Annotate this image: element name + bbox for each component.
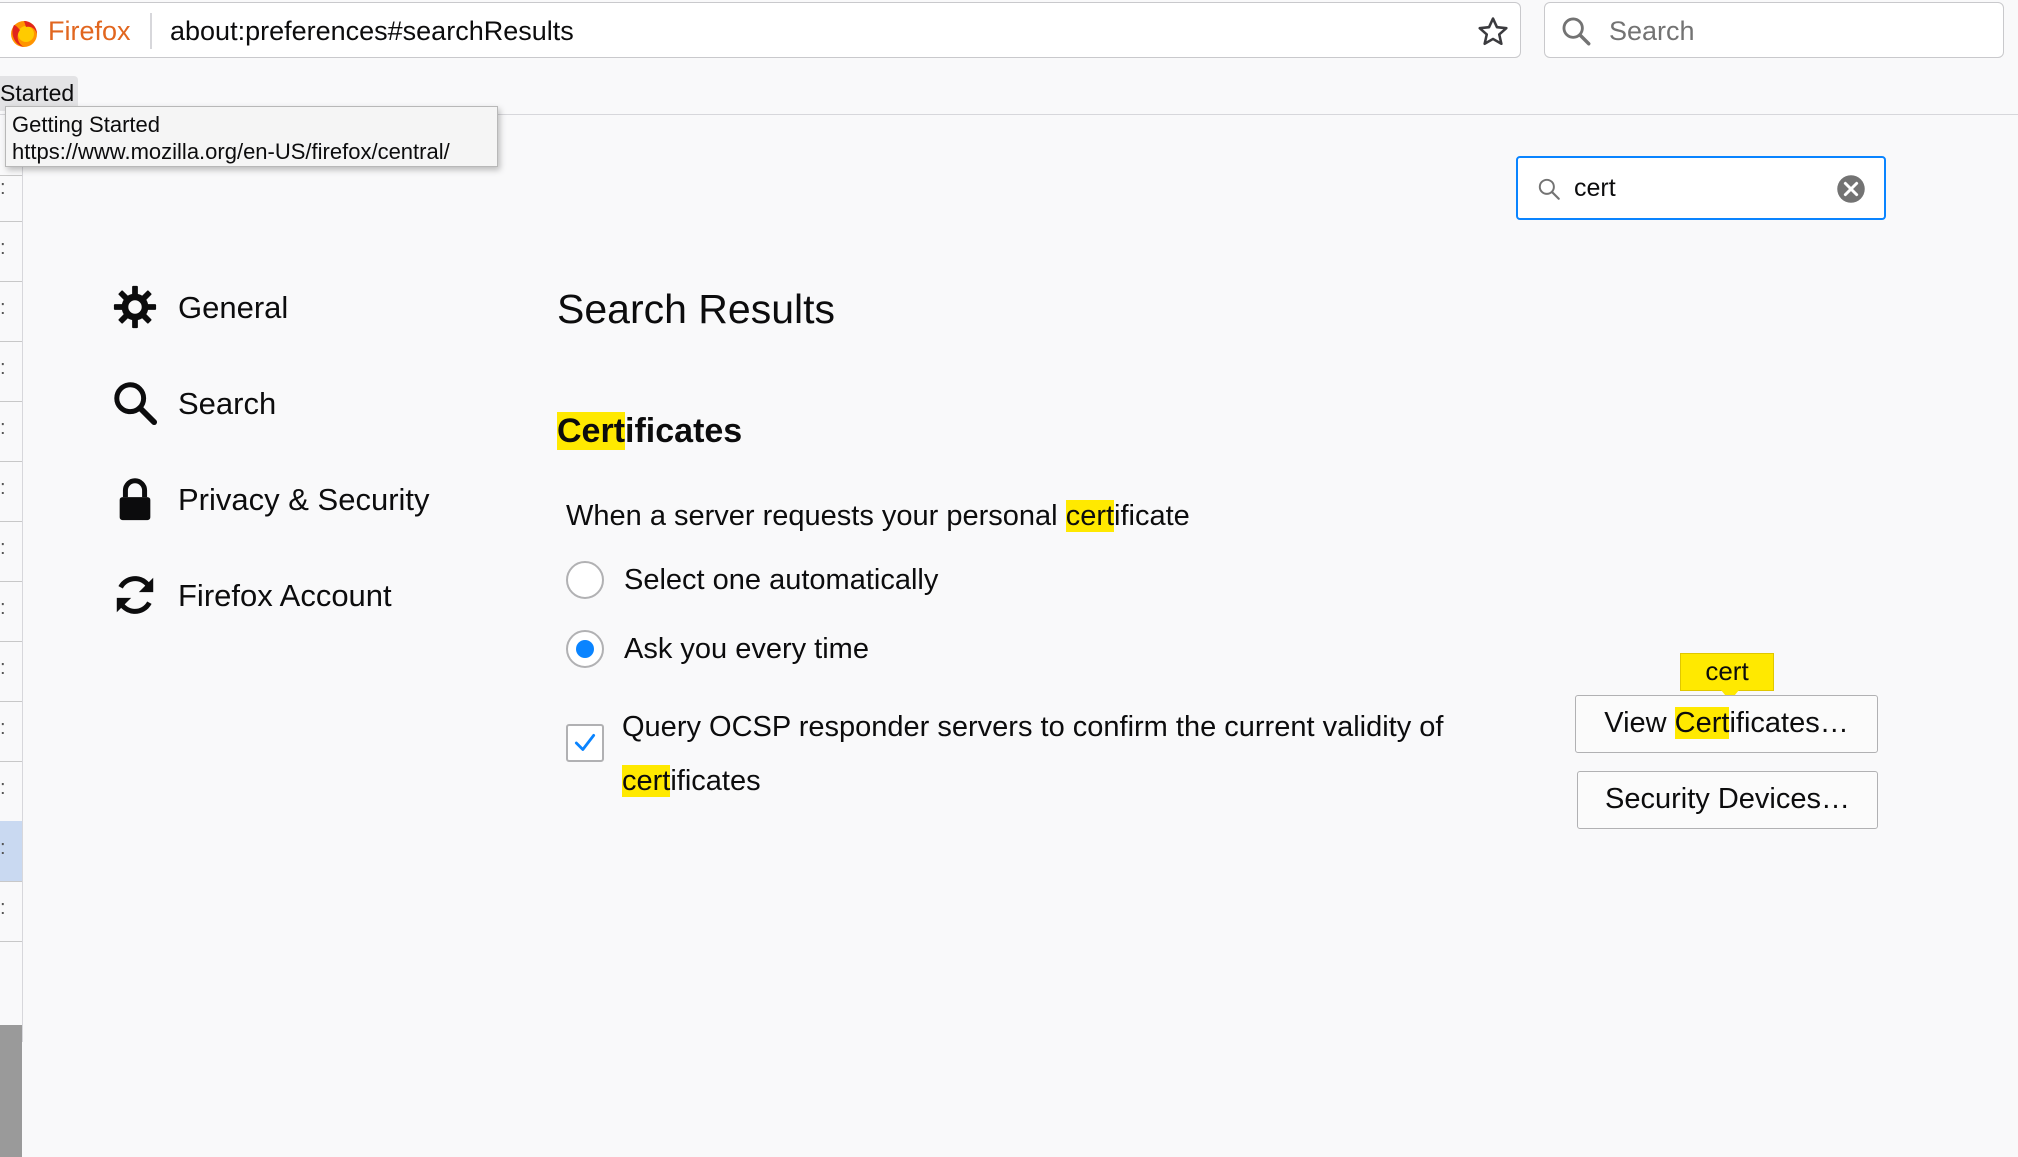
list-item[interactable]: : [0, 461, 22, 522]
gear-icon [113, 285, 157, 329]
list-item[interactable]: : [0, 581, 22, 642]
btn-text-rest: ificates… [1729, 707, 1849, 739]
ocsp-checkbox[interactable] [566, 724, 604, 762]
radio-select-automatically[interactable] [566, 561, 604, 599]
checkmark-icon [574, 734, 596, 751]
list-item-selected[interactable]: : [0, 821, 22, 882]
desc-text: When a server requests your personal [566, 500, 1066, 532]
page-title: Search Results [557, 286, 836, 332]
url-bar[interactable]: Firefox about:preferences#searchResults [0, 2, 1521, 58]
radio-label-select-automatically[interactable]: Select one automatically [624, 564, 938, 597]
bookmark-tooltip: Getting Started https://www.mozilla.org/… [5, 106, 498, 167]
clear-search-icon[interactable] [1836, 174, 1866, 204]
search-highlight: cert [622, 765, 671, 797]
list-item[interactable]: : [0, 701, 22, 762]
url-separator [150, 13, 152, 49]
url-text[interactable]: about:preferences#searchResults [170, 16, 574, 47]
ocsp-text: Query OCSP responder servers to confirm … [622, 711, 1444, 743]
sync-icon [116, 576, 154, 614]
radio-ask-every-time[interactable] [566, 630, 604, 668]
tooltip-title: Getting Started [12, 112, 160, 137]
ocsp-text-rest: ificates [670, 765, 761, 797]
browser-search-bar[interactable]: Search [1544, 2, 2004, 58]
view-certificates-button[interactable]: View Certificates… [1575, 695, 1878, 753]
search-highlight: Cert [557, 412, 626, 450]
section-title-rest: ificates [625, 412, 743, 450]
search-highlight: Cert [1674, 707, 1730, 739]
left-list-strip: : : : : : : : : : : : : : [0, 115, 23, 1157]
btn-text: View [1604, 707, 1675, 739]
security-devices-button[interactable]: Security Devices… [1577, 771, 1878, 829]
section-title-certificates: Certificates [557, 412, 742, 451]
category-firefox-account[interactable]: Firefox Account [112, 570, 492, 620]
category-label: Privacy & Security [178, 482, 430, 517]
list-item[interactable]: : [0, 521, 22, 582]
search-icon [1538, 178, 1560, 200]
bookmark-star-icon[interactable] [1476, 15, 1510, 49]
preferences-search-input[interactable]: cert [1516, 156, 1886, 220]
firefox-logo-icon [11, 21, 37, 47]
search-placeholder: Search [1609, 16, 1695, 46]
scrollbar-thumb[interactable] [0, 1025, 22, 1157]
category-search[interactable]: Search [112, 378, 412, 428]
category-label: Search [178, 386, 277, 421]
certificate-request-description: When a server requests your personal cer… [566, 500, 1190, 533]
category-privacy-security[interactable]: Privacy & Security [112, 474, 492, 524]
category-label: Firefox Account [178, 578, 392, 613]
list-item[interactable]: : [0, 341, 22, 402]
lock-icon [119, 478, 151, 521]
search-match-badge: cert [1680, 653, 1774, 701]
list-item[interactable]: : [0, 221, 22, 282]
list-item[interactable]: : [0, 641, 22, 702]
list-item[interactable]: : [0, 281, 22, 342]
radio-label-ask-every-time[interactable]: Ask you every time [624, 633, 869, 666]
search-highlight: cert [1065, 500, 1115, 532]
list-item[interactable]: : [0, 761, 22, 822]
desc-text-rest: ificate [1114, 500, 1190, 532]
firefox-brand-label: Firefox [48, 16, 131, 46]
search-icon [1562, 17, 1591, 46]
tooltip-url: https://www.mozilla.org/en-US/firefox/ce… [12, 139, 450, 164]
list-item[interactable]: : [0, 161, 22, 222]
category-general[interactable]: General [112, 282, 412, 332]
ocsp-checkbox-label[interactable]: Query OCSP responder servers to confirm … [622, 700, 1522, 808]
category-label: General [178, 290, 289, 325]
search-input-value: cert [1574, 174, 1616, 202]
list-item[interactable]: : [0, 401, 22, 462]
browser-toolbar: Firefox about:preferences#searchResults … [0, 0, 2018, 68]
list-item[interactable]: : [0, 881, 22, 942]
search-icon [114, 382, 158, 426]
